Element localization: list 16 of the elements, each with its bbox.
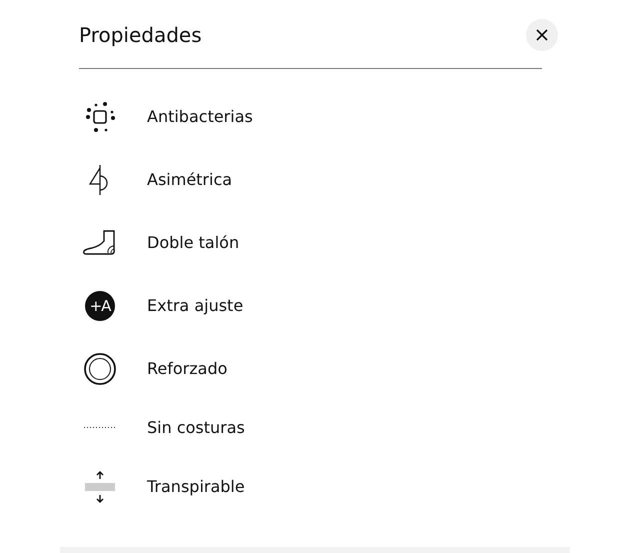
- extra-fit-badge: +A: [85, 290, 115, 320]
- dotted-line-icon: [84, 426, 116, 429]
- property-label: Doble talón: [147, 233, 240, 252]
- breathable-icon: [84, 470, 116, 504]
- foot-icon: [82, 228, 118, 256]
- close-button[interactable]: [526, 19, 558, 51]
- property-label: Reforzado: [147, 359, 228, 378]
- bacteria-icon: [83, 100, 117, 134]
- double-circle-icon: [83, 352, 117, 386]
- property-label: Asimétrica: [147, 170, 232, 189]
- panel-title: Propiedades: [79, 23, 202, 47]
- close-icon: [536, 29, 548, 41]
- property-label: Extra ajuste: [147, 296, 244, 315]
- property-label: Sin costuras: [147, 418, 245, 437]
- property-label: Antibacterias: [147, 107, 253, 126]
- property-label: Transpirable: [147, 477, 245, 496]
